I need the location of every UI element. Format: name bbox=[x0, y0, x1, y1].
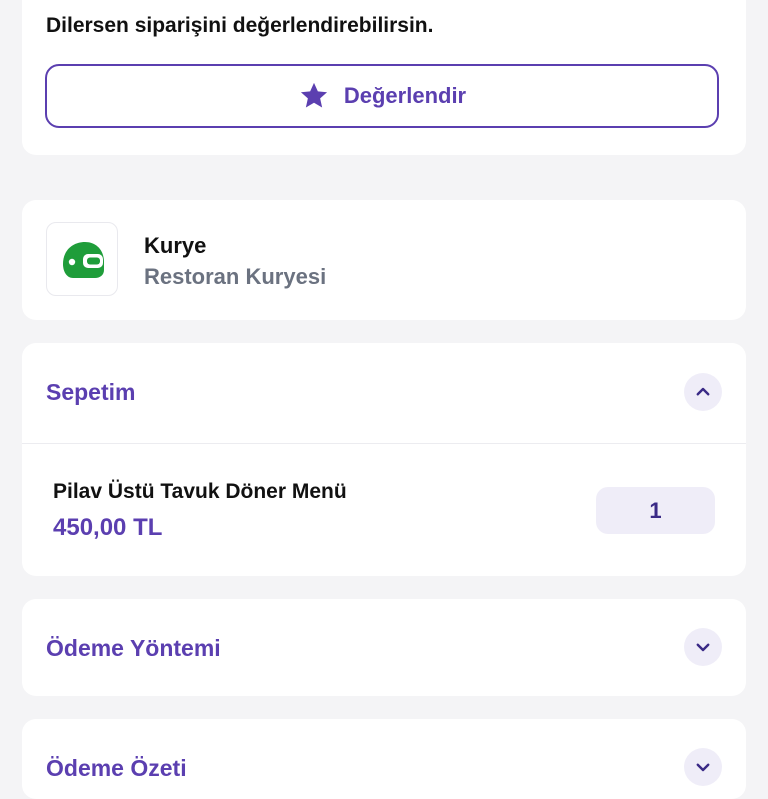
cart-collapse-button[interactable] bbox=[684, 373, 722, 411]
payment-method-title[interactable]: Ödeme Yöntemi bbox=[46, 635, 221, 662]
payment-summary-expand-button[interactable] bbox=[684, 748, 722, 786]
cart-item-price: 450,00 TL bbox=[53, 514, 163, 541]
payment-summary-card[interactable]: Ödeme Özeti bbox=[22, 719, 746, 799]
courier-card: Kurye Restoran Kuryesi bbox=[22, 200, 746, 320]
divider bbox=[22, 443, 746, 444]
rate-button-label: Değerlendir bbox=[343, 83, 467, 108]
star-icon bbox=[300, 82, 327, 108]
cart-card: Sepetim Pilav Üstü Tavuk Döner Menü 450,… bbox=[22, 343, 746, 576]
courier-logo bbox=[46, 222, 118, 296]
chevron-down-icon bbox=[696, 643, 710, 652]
payment-method-card[interactable]: Ödeme Yöntemi bbox=[22, 599, 746, 696]
cart-item-name: Pilav Üstü Tavuk Döner Menü bbox=[53, 480, 347, 503]
rate-button[interactable]: Değerlendir bbox=[45, 64, 719, 128]
cart-title[interactable]: Sepetim bbox=[46, 379, 135, 406]
chevron-up-icon bbox=[696, 387, 710, 396]
courier-helmet-icon bbox=[63, 242, 104, 278]
payment-summary-title[interactable]: Ödeme Özeti bbox=[46, 755, 187, 782]
rating-prompt: Dilersen siparişini değerlendirebilirsin… bbox=[46, 14, 434, 37]
cart-item-quantity[interactable]: 1 bbox=[596, 487, 715, 534]
payment-method-expand-button[interactable] bbox=[684, 628, 722, 666]
courier-title: Kurye bbox=[144, 233, 207, 258]
chevron-down-icon bbox=[696, 763, 710, 772]
courier-subtitle: Restoran Kuryesi bbox=[144, 264, 327, 289]
rating-card: Dilersen siparişini değerlendirebilirsin… bbox=[22, 0, 746, 155]
